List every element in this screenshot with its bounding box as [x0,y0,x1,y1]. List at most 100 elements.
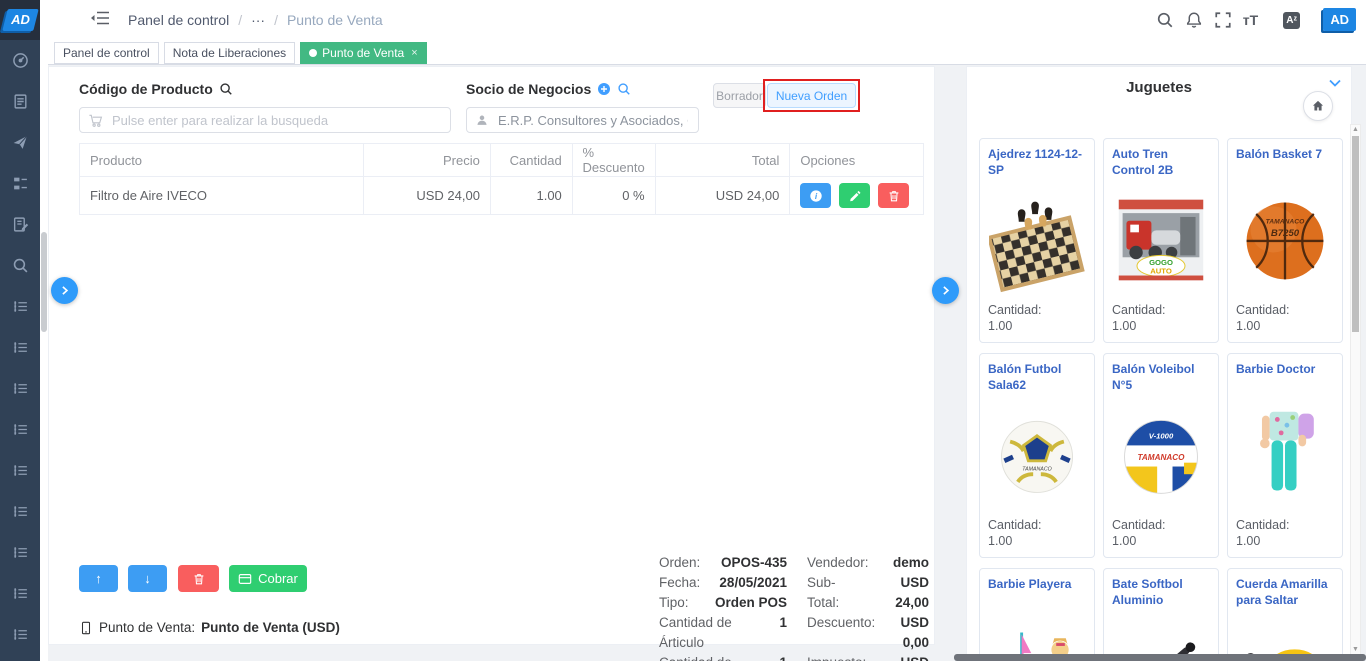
document-icon[interactable] [12,93,29,110]
svg-text:AUTO: AUTO [1150,267,1172,276]
article-count: 1 [779,613,787,653]
sidebar-toggle-icon[interactable] [90,10,110,30]
user-logo-button[interactable]: AD [1323,11,1356,29]
order-number: OPOS-435 [721,553,787,573]
new-order-button[interactable]: Nueva Orden [767,83,856,108]
nested-list-icon[interactable] [12,380,29,397]
product-name: Balón Basket 7 [1236,147,1334,175]
product-card[interactable]: Auto Tren Control 2BGOGOAUTOCantidad:1.0… [1103,138,1219,343]
scrollbar-thumb[interactable] [1352,136,1359,332]
product-name: Barbie Doctor [1236,362,1334,390]
tab-panel-de-control[interactable]: Panel de control [54,42,159,64]
product-card[interactable]: Bate Softbol AluminioCantidad:1.00 [1103,568,1219,655]
product-card[interactable]: Cuerda Amarilla para SaltarCantidad:1.00 [1227,568,1343,655]
dashboard-icon[interactable] [12,52,29,69]
scroll-up-icon[interactable]: ▲ [1351,126,1360,133]
breadcrumb-item[interactable]: Panel de control [128,12,229,28]
pos-terminal-footer: Punto de Venta: Punto de Venta (USD) [79,620,340,635]
search-partner-icon[interactable] [617,82,631,96]
product-card[interactable]: Balón Basket 7TAMANACOB7250Cantidad:1.00 [1227,138,1343,343]
product-card[interactable]: Barbie PlayeraCantidad:1.00 [979,568,1095,655]
quantity-label: Cantidad: [1112,517,1210,533]
product-image-chess [988,178,1086,302]
cell-precio: USD 24,00 [364,176,491,214]
cart-icon [88,113,103,128]
breadcrumb-collapsed[interactable]: ··· [251,12,265,28]
nested-list-icon[interactable] [12,421,29,438]
product-name: Barbie Playera [988,577,1086,605]
order-type: Orden POS [715,593,787,613]
product-image-bat [1112,608,1210,655]
pos-application: AD Panel de control / ··· / Punto de Ven… [0,0,1366,661]
ad-logo-icon: AD [1323,8,1356,31]
product-image-basketball: TAMANACOB7250 [1236,175,1334,302]
row-edit-button[interactable] [839,183,870,208]
horizontal-scrollbar-thumb[interactable] [954,654,1366,661]
nested-list-icon[interactable] [12,298,29,315]
tab-bar: Panel de controlNota de LiberacionesPunt… [40,40,1366,65]
tab-punto-de-venta[interactable]: Punto de Venta× [300,42,427,64]
search-icon[interactable] [12,257,29,274]
search-icon[interactable] [219,82,233,96]
person-icon [475,113,489,127]
send-icon[interactable] [12,134,29,151]
scrollbar-thumb[interactable] [41,232,47,332]
quantity-label: Cantidad: [988,302,1086,318]
chevron-down-icon[interactable] [1327,75,1343,91]
delete-order-button[interactable] [178,565,219,592]
product-grid: Ajedrez 1124-12-SPCantidad:1.00Auto Tren… [979,138,1345,655]
fullscreen-icon[interactable] [1214,11,1232,29]
products-scrollbar[interactable]: ▲ ▼ [1350,124,1361,655]
expand-left-panel-button[interactable] [51,277,78,304]
quantity-value: 1.00 [988,533,1086,549]
tree-table-icon[interactable] [12,175,29,192]
category-home-button[interactable] [1303,91,1333,121]
business-partner-input-wrap [466,107,699,133]
draft-button[interactable]: Borrador [713,83,766,108]
product-card[interactable]: Ajedrez 1124-12-SPCantidad:1.00 [979,138,1095,343]
collect-payment-button[interactable]: Cobrar [229,565,307,592]
row-delete-button[interactable] [878,183,909,208]
product-image-soccer: TAMANACO [988,393,1086,517]
product-name: Cuerda Amarilla para Saltar [1236,577,1334,608]
cell-total: USD 24,00 [656,176,791,214]
nested-list-icon[interactable] [12,585,29,602]
product-card[interactable]: Balón Futbol Sala62TAMANACOCantidad:1.00 [979,353,1095,558]
search-icon[interactable] [1156,11,1174,29]
scroll-down-icon[interactable]: ▼ [1351,646,1360,653]
nested-list-icon[interactable] [12,462,29,479]
product-card[interactable]: Barbie DoctorCantidad:1.00 [1227,353,1343,558]
language-icon[interactable]: Aᶻ [1283,12,1300,29]
seller: demo [893,553,929,573]
quantity-value: 1.00 [1236,533,1334,549]
svg-text:TAMANACO: TAMANACO [1266,218,1305,225]
move-down-button[interactable]: ↓ [128,565,167,592]
subtotal: USD 24,00 [870,573,929,613]
nested-list-icon[interactable] [12,503,29,520]
sidebar-scrollbar[interactable] [40,40,48,661]
product-name: Auto Tren Control 2B [1112,147,1210,178]
form-icon[interactable] [12,216,29,233]
product-image-train: GOGOAUTO [1112,178,1210,302]
row-info-button[interactable]: i [800,183,831,208]
quantity-value: 1.00 [1112,533,1210,549]
close-tab-icon[interactable]: × [411,47,417,59]
svg-text:TAMANACO: TAMANACO [1138,453,1186,462]
tab-nota-de-liberaciones[interactable]: Nota de Liberaciones [164,42,295,64]
left-sidebar [0,40,40,661]
nested-list-icon[interactable] [12,339,29,356]
bell-icon[interactable] [1185,11,1203,29]
product-code-input[interactable] [110,112,442,129]
font-size-icon[interactable]: тT [1243,12,1258,28]
navbar-actions: тT Aᶻ AD [1156,0,1360,40]
expand-right-panel-button[interactable] [932,277,959,304]
col-producto: Producto [80,144,364,176]
add-partner-icon[interactable] [597,82,611,96]
table-row: Filtro de Aire IVECO USD 24,00 1.00 0 % … [80,176,923,214]
nested-list-icon[interactable] [12,544,29,561]
nested-list-icon[interactable] [12,626,29,643]
move-up-button[interactable]: ↑ [79,565,118,592]
product-card[interactable]: Balón Voleibol N°5V-1000TAMANACOCantidad… [1103,353,1219,558]
order-items-table: Producto Precio Cantidad % Descuento Tot… [79,143,924,215]
business-partner-input[interactable] [496,112,690,129]
